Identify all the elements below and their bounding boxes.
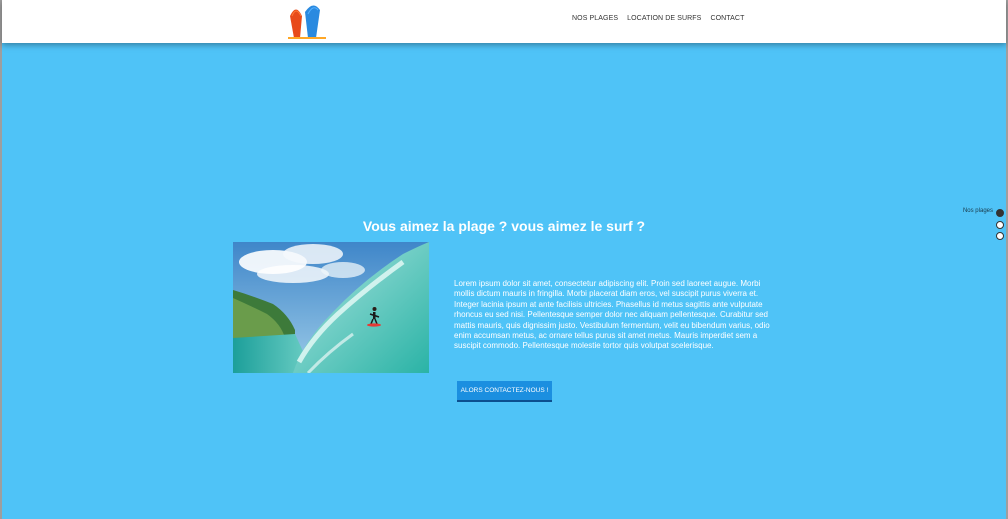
dot-nav-label: Nos plages [962,208,993,214]
nav-location-de-surfs[interactable]: LOCATION DE SURFS [627,15,701,22]
nav-nos-plages[interactable]: NOS PLAGES [572,15,618,22]
contact-us-button[interactable]: ALORS CONTACTEZ-NOUS ! [457,381,552,402]
dot-nav-item-2[interactable] [996,221,1004,229]
site-header: NOS PLAGES LOCATION DE SURFS CONTACT [2,0,1006,43]
section-dot-nav: Nos plages [934,206,1004,242]
dot-nav-item-3[interactable] [996,232,1004,240]
surfer-wave-photo [233,242,429,373]
surfboards-logo-icon[interactable] [288,2,328,40]
left-frame-border [0,0,2,519]
dot-nav-item-1[interactable] [996,209,1004,217]
section-headline: Vous aimez la plage ? vous aimez le surf… [362,218,646,235]
intro-paragraph: Lorem ipsum dolor sit amet, consectetur … [454,279,770,351]
main-nav: NOS PLAGES LOCATION DE SURFS CONTACT [572,15,744,22]
nav-contact[interactable]: CONTACT [710,15,744,22]
